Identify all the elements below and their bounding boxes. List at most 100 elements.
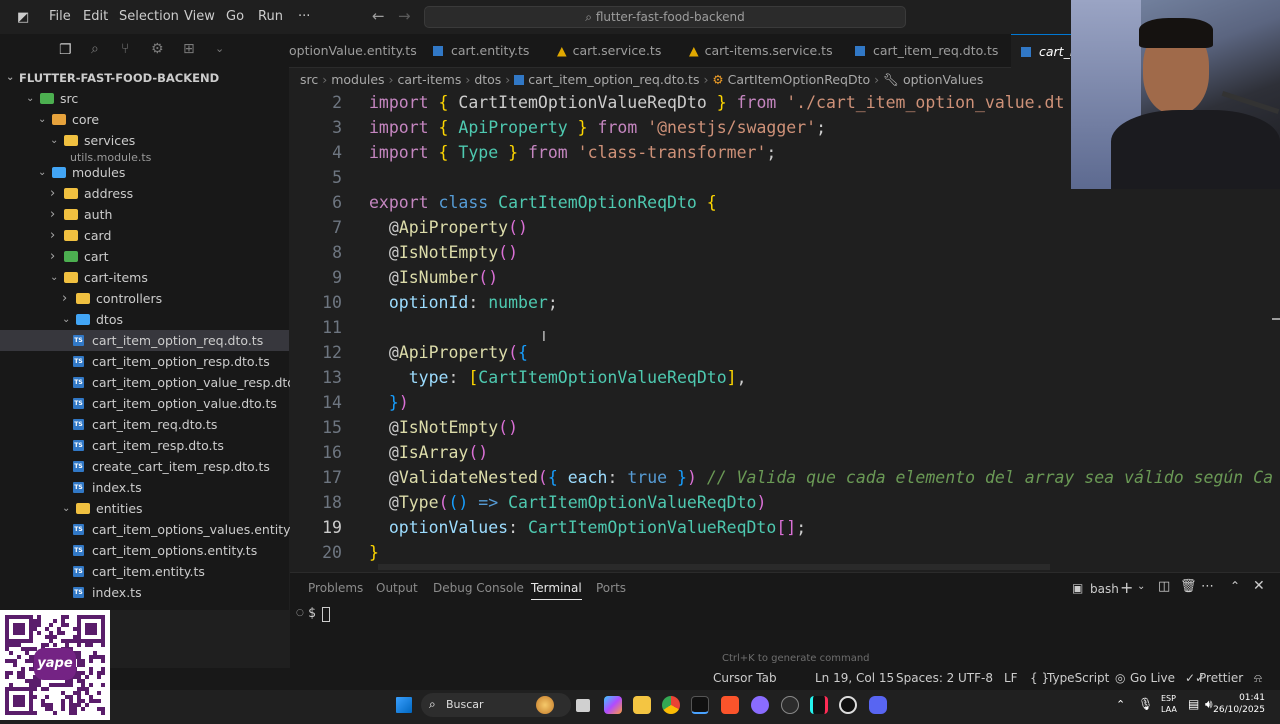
breadcrumb-item[interactable]: dtos [474,72,501,87]
command-center-search[interactable]: ⌕ flutter-fast-food-backend [424,6,906,28]
tiktok-icon[interactable] [810,696,828,714]
language-mode[interactable]: TypeScript [1047,671,1109,685]
tree-item[interactable]: ⌄ modules [0,162,289,183]
tab-option-value-entity[interactable]: optionValue.entity.ts [289,34,419,68]
breadcrumb-item[interactable]: cart-items [398,72,462,87]
tree-item[interactable]: › cart [0,246,289,267]
source-control-icon[interactable]: ⑂ [121,41,129,57]
tree-item[interactable]: ⌄ entities [0,498,289,519]
code-line[interactable]: 8 @IsNotEmpty() [290,240,1280,265]
file-explorer-icon[interactable] [633,696,651,714]
explorer-root[interactable]: ⌄ FLUTTER-FAST-FOOD-BACKEND [0,68,289,88]
menu-file[interactable]: File [49,9,71,24]
tree-item[interactable]: TS cart_item_req.dto.ts [0,414,289,435]
breadcrumb-item[interactable]: CartItemOptionReqDto [728,72,871,87]
code-line[interactable]: 6 export class CartItemOptionReqDto { [290,190,1280,215]
discord-icon[interactable] [869,696,887,714]
tree-item[interactable]: TS cart_item_option_resp.dto.ts [0,351,289,372]
menu-view[interactable]: View [184,9,215,24]
tree-item[interactable]: TS cart_item_option_value.dto.ts [0,393,289,414]
chatgpt-icon[interactable] [839,696,857,714]
breadcrumb-item[interactable]: optionValues [903,72,983,87]
taskbar-search[interactable]: ⌕ Buscar [421,693,571,717]
debug-icon[interactable]: ⚙ [151,41,164,57]
search-sidebar-icon[interactable]: ⌕ [91,41,99,57]
shell-label[interactable]: bash [1090,582,1119,596]
code-line[interactable]: 14 }) [290,390,1280,415]
tab-ports[interactable]: Ports [596,581,626,595]
end-of-line[interactable]: LF [1004,671,1018,685]
code-line[interactable]: 13 type: [CartItemOptionValueReqDto], [290,365,1280,390]
tab-terminal[interactable]: Terminal [531,581,582,600]
tree-item[interactable]: TS index.ts [0,582,289,603]
breadcrumb-item[interactable]: src [300,72,318,87]
extensions-icon[interactable]: ⊞ [183,41,195,57]
tree-item[interactable]: › card [0,225,289,246]
scrollbar-thumb[interactable] [1272,318,1280,320]
explorer-icon[interactable]: ❐ [59,42,72,58]
code-line[interactable]: 20} [290,540,1280,565]
code-line[interactable]: 12 @ApiProperty({ [290,340,1280,365]
tab-output[interactable]: Output [376,581,418,595]
input-language-layout[interactable]: LAA [1161,705,1177,714]
input-language[interactable]: ESP [1161,694,1176,703]
tree-item[interactable]: ⌄ cart-items [0,267,289,288]
clock-date[interactable]: 26/10/2025 [1196,705,1265,715]
code-line[interactable]: 17 @ValidateNested({ each: true }) // Va… [290,465,1280,490]
tree-item[interactable]: TS index.ts [0,477,289,498]
code-line[interactable]: 16 @IsArray() [290,440,1280,465]
tree-item[interactable]: TS cart_item_options.entity.ts [0,540,289,561]
menu-edit[interactable]: Edit [83,9,108,24]
prettier-status[interactable]: Prettier [1199,671,1243,685]
cursor-position[interactable]: Ln 19, Col 15 [815,671,894,685]
tab-cart-entity[interactable]: cart.entity.ts [433,34,553,68]
tab-debug-console[interactable]: Debug Console [433,581,524,595]
forward-arrow-icon[interactable]: → [398,7,411,25]
menu-go[interactable]: Go [226,9,244,24]
tree-item[interactable]: TS cart_item.entity.ts [0,561,289,582]
tree-item[interactable]: › controllers [0,288,289,309]
tab-active[interactable]: cart_i [1011,34,1073,68]
tree-item[interactable]: TS cart_item_options_values.entity.ts [0,519,304,540]
tab-cart-items-service[interactable]: ▲ cart-items.service.ts [689,34,839,68]
split-terminal-icon[interactable]: ◫ [1158,579,1170,594]
add-terminal-icon[interactable]: + [1120,578,1133,597]
menu-more[interactable]: ··· [298,9,310,24]
cursor-tab-status[interactable]: Cursor Tab [713,671,777,685]
tab-cart-service[interactable]: ▲ cart.service.ts [557,34,677,68]
indentation[interactable]: Spaces: 2 [896,671,954,685]
chevron-down-icon[interactable]: ⌄ [215,42,224,55]
code-line[interactable]: 15 @IsNotEmpty() [290,415,1280,440]
tree-item[interactable]: TS cart_item_resp.dto.ts [0,435,289,456]
horizontal-scrollbar[interactable] [378,564,1050,570]
tab-problems[interactable]: Problems [308,581,363,595]
tree-item[interactable]: ⌄ src [0,88,289,109]
back-arrow-icon[interactable]: ← [372,7,385,25]
code-line[interactable]: 18 @Type(() => CartItemOptionValueReqDto… [290,490,1280,515]
code-line[interactable]: 9 @IsNumber() [290,265,1280,290]
microphone-icon[interactable]: 🎙︎ [1138,697,1153,711]
breadcrumb-item[interactable]: cart_item_option_req.dto.ts [528,72,699,87]
tab-cart-item-req-dto[interactable]: cart_item_req.dto.ts [855,34,1005,68]
code-line[interactable]: 7 @ApiProperty() [290,215,1280,240]
encoding[interactable]: UTF-8 [958,671,993,685]
clock-time[interactable]: 01:41 [1220,693,1265,703]
tray-chevron-icon[interactable]: ⌃ [1116,698,1125,711]
copilot-icon[interactable] [604,696,622,714]
chevron-down-icon[interactable]: ⌄ [1137,581,1145,592]
chrome-icon[interactable] [662,696,680,714]
tree-item[interactable]: › address [0,183,289,204]
windows-start-icon[interactable] [396,697,412,713]
task-view-icon[interactable] [576,699,590,712]
trash-icon[interactable]: 🗑︎ [1180,579,1197,594]
tree-item[interactable]: TS create_cart_item_resp.dto.ts [0,456,289,477]
tree-item[interactable]: › auth [0,204,289,225]
code-line[interactable]: 19 optionValues: CartItemOptionValueReqD… [290,515,1280,540]
tree-item[interactable]: TS cart_item_option_value_resp.dto.ts [0,372,310,393]
bell-icon[interactable]: ⍾ [1254,671,1262,686]
code-line[interactable]: 10 optionId: number; [290,290,1280,315]
game-icon[interactable] [751,696,769,714]
more-icon[interactable]: ⋯ [1201,579,1214,594]
maximize-panel-icon[interactable]: ⌃ [1230,579,1240,593]
tree-item[interactable]: ⌄ core [0,109,289,130]
